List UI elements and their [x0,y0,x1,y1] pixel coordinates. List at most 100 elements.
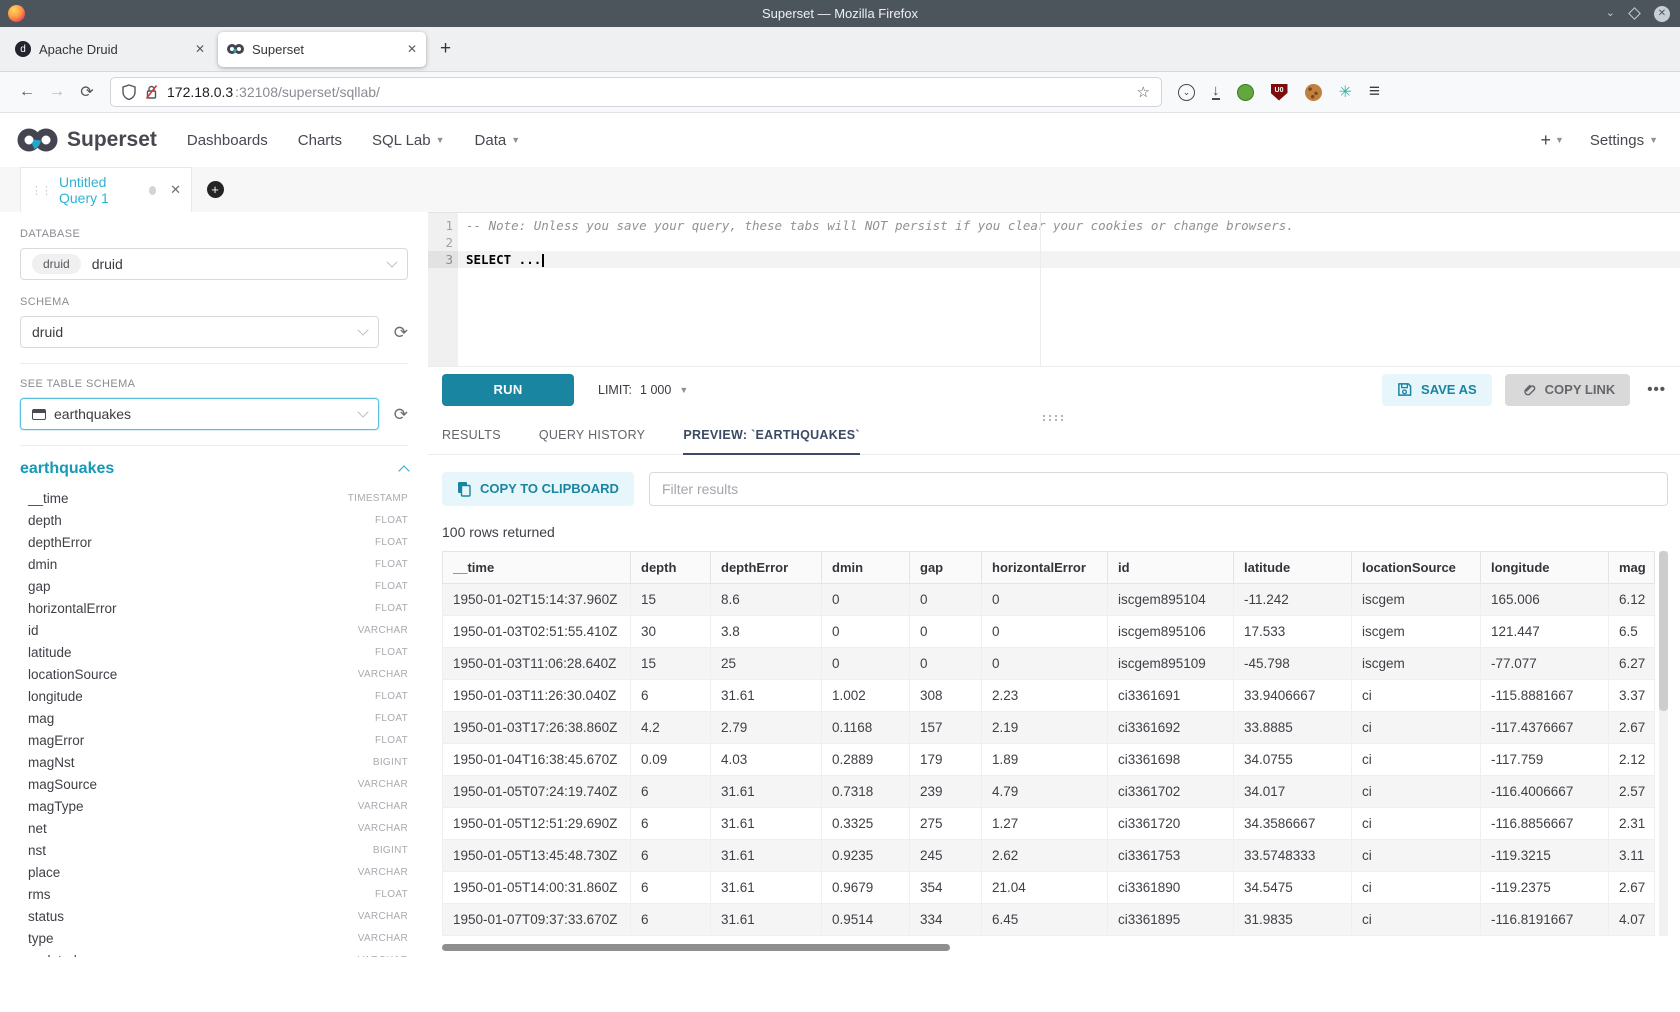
schema-column-row[interactable]: longitudeFLOAT [28,685,408,707]
limit-dropdown[interactable]: LIMIT: 1 000 ▼ [598,383,688,397]
table-cell: -116.8856667 [1481,807,1609,839]
filter-results-input[interactable] [649,472,1668,506]
copy-link-button[interactable]: COPY LINK [1505,374,1631,406]
editor-toolbar: RUN LIMIT: 1 000 ▼ SAVE AS [428,366,1680,413]
drag-handle-icon[interactable]: ⋮⋮ [31,184,51,197]
schema-column-row[interactable]: statusVARCHAR [28,905,408,927]
text-cursor [542,254,544,267]
schema-column-row[interactable]: magSourceVARCHAR [28,773,408,795]
forward-icon[interactable]: → [42,83,72,101]
schema-column-list: __timeTIMESTAMPdepthFLOATdepthErrorFLOAT… [20,487,408,957]
schema-column-row[interactable]: typeVARCHAR [28,927,408,949]
superset-logo[interactable]: Superset [16,126,157,154]
tab-close-icon[interactable]: ✕ [195,42,205,56]
table-cell: 2.23 [982,679,1108,711]
table-cell: 6 [631,871,711,903]
schema-column-row[interactable]: magNstBIGINT [28,751,408,773]
table-cell: -119.2375 [1481,871,1609,903]
shield-icon[interactable] [122,84,136,100]
schema-column-row[interactable]: depthErrorFLOAT [28,531,408,553]
window-minimize-icon[interactable]: ⌄ [1606,8,1615,19]
schema-column-row[interactable]: latitudeFLOAT [28,641,408,663]
schema-column-row[interactable]: dminFLOAT [28,553,408,575]
schema-column-row[interactable]: netVARCHAR [28,817,408,839]
table-cell: 4.2 [631,711,711,743]
schema-column-row[interactable]: idVARCHAR [28,619,408,641]
schema-column-row[interactable]: magTypeVARCHAR [28,795,408,817]
schema-column-row[interactable]: magFLOAT [28,707,408,729]
pane-resize-handle[interactable] [428,413,1680,422]
add-query-tab-button[interactable]: + [192,167,238,212]
lock-insecure-icon[interactable] [145,84,158,100]
refresh-tables-icon[interactable]: ⟳ [394,406,408,423]
browser-tab-superset[interactable]: Superset ✕ [218,32,426,67]
schema-column-row[interactable]: rmsFLOAT [28,883,408,905]
bookmark-star-icon[interactable]: ☆ [1137,83,1150,101]
back-icon[interactable]: ← [12,83,42,101]
column-name: gap [28,579,51,594]
database-badge: druid [32,254,81,274]
brand-name: Superset [67,128,157,152]
schema-column-row[interactable]: gap FLOAT [28,575,408,597]
horizontal-scrollbar-thumb[interactable] [442,944,950,951]
vertical-scrollbar[interactable] [1659,551,1668,936]
save-as-button[interactable]: SAVE AS [1382,374,1492,406]
schema-column-row[interactable]: __timeTIMESTAMP [28,487,408,509]
download-icon[interactable]: ↓ [1212,84,1220,101]
chevron-down-icon: ▼ [436,135,445,145]
schema-select[interactable]: druid [20,316,379,348]
schema-column-row[interactable]: placeVARCHAR [28,861,408,883]
table-cell: 0 [910,583,982,615]
new-tab-icon[interactable]: + [440,38,451,60]
ublock-icon[interactable]: U0 [1271,84,1288,101]
collapse-chevron-up-icon[interactable] [398,465,409,476]
refresh-schema-icon[interactable]: ⟳ [394,324,408,341]
nav-charts[interactable]: Charts [298,132,342,149]
tab-close-icon[interactable]: ✕ [407,42,417,56]
tab-preview-earthquakes[interactable]: PREVIEW: `EARTHQUAKES` [683,428,860,455]
table-cell: 33.9406667 [1234,679,1352,711]
browser-tab-druid[interactable]: d Apache Druid ✕ [6,32,214,67]
nav-sql-lab[interactable]: SQL Lab▼ [372,132,445,149]
nav-dashboards[interactable]: Dashboards [187,132,268,149]
more-actions-button[interactable]: ••• [1647,381,1666,398]
column-type: FLOAT [375,581,408,592]
query-tab-close-icon[interactable]: ✕ [170,182,181,198]
column-name: magNst [28,755,75,770]
editor-code-area[interactable]: -- Note: Unless you save your query, the… [458,213,1680,366]
url-bar[interactable]: 172.18.0.3 :32108/superset/sqllab/ ☆ [110,77,1162,107]
column-type: FLOAT [375,515,408,526]
schema-column-row[interactable]: magErrorFLOAT [28,729,408,751]
tab-results[interactable]: RESULTS [442,428,501,454]
reload-icon[interactable]: ⟳ [72,82,102,102]
schema-column-row[interactable]: depthFLOAT [28,509,408,531]
run-button[interactable]: RUN [442,374,574,406]
query-tab[interactable]: ⋮⋮ Untitled Query 1 ✕ [20,167,192,212]
schema-column-row[interactable]: horizontalErrorFLOAT [28,597,408,619]
containers-extension-icon[interactable]: ✳ [1339,82,1352,102]
column-header: dmin [822,551,910,583]
table-select[interactable]: earthquakes [20,398,379,430]
table-cell: ci [1352,743,1481,775]
table-cell: 165.006 [1481,583,1609,615]
schema-column-row[interactable]: updatedVARCHAR [28,949,408,957]
schema-column-row[interactable]: nstBIGINT [28,839,408,861]
menu-icon[interactable]: ≡ [1369,81,1380,103]
schema-column-row[interactable]: locationSourceVARCHAR [28,663,408,685]
window-maximize-icon[interactable] [1628,7,1641,20]
database-select[interactable]: druid druid [20,248,408,280]
sql-editor[interactable]: 1 2 3 -- Note: Unless you save your quer… [428,212,1680,366]
privacy-badger-icon[interactable] [1237,84,1254,101]
pocket-icon[interactable]: ⌄ [1178,84,1195,101]
chevron-down-icon: ▼ [1649,135,1658,145]
cookie-extension-icon[interactable] [1305,84,1322,101]
new-menu-button[interactable]: +▼ [1540,130,1563,151]
settings-menu[interactable]: Settings▼ [1590,132,1658,149]
window-close-icon[interactable]: ✕ [1654,6,1670,22]
table-cell: 0 [822,647,910,679]
tab-query-history[interactable]: QUERY HISTORY [539,428,645,454]
nav-data[interactable]: Data▼ [475,132,521,149]
copy-to-clipboard-button[interactable]: COPY TO CLIPBOARD [442,472,634,506]
table-cell: 1950-01-04T16:38:45.670Z [443,743,631,775]
vertical-scrollbar-thumb[interactable] [1659,551,1668,711]
